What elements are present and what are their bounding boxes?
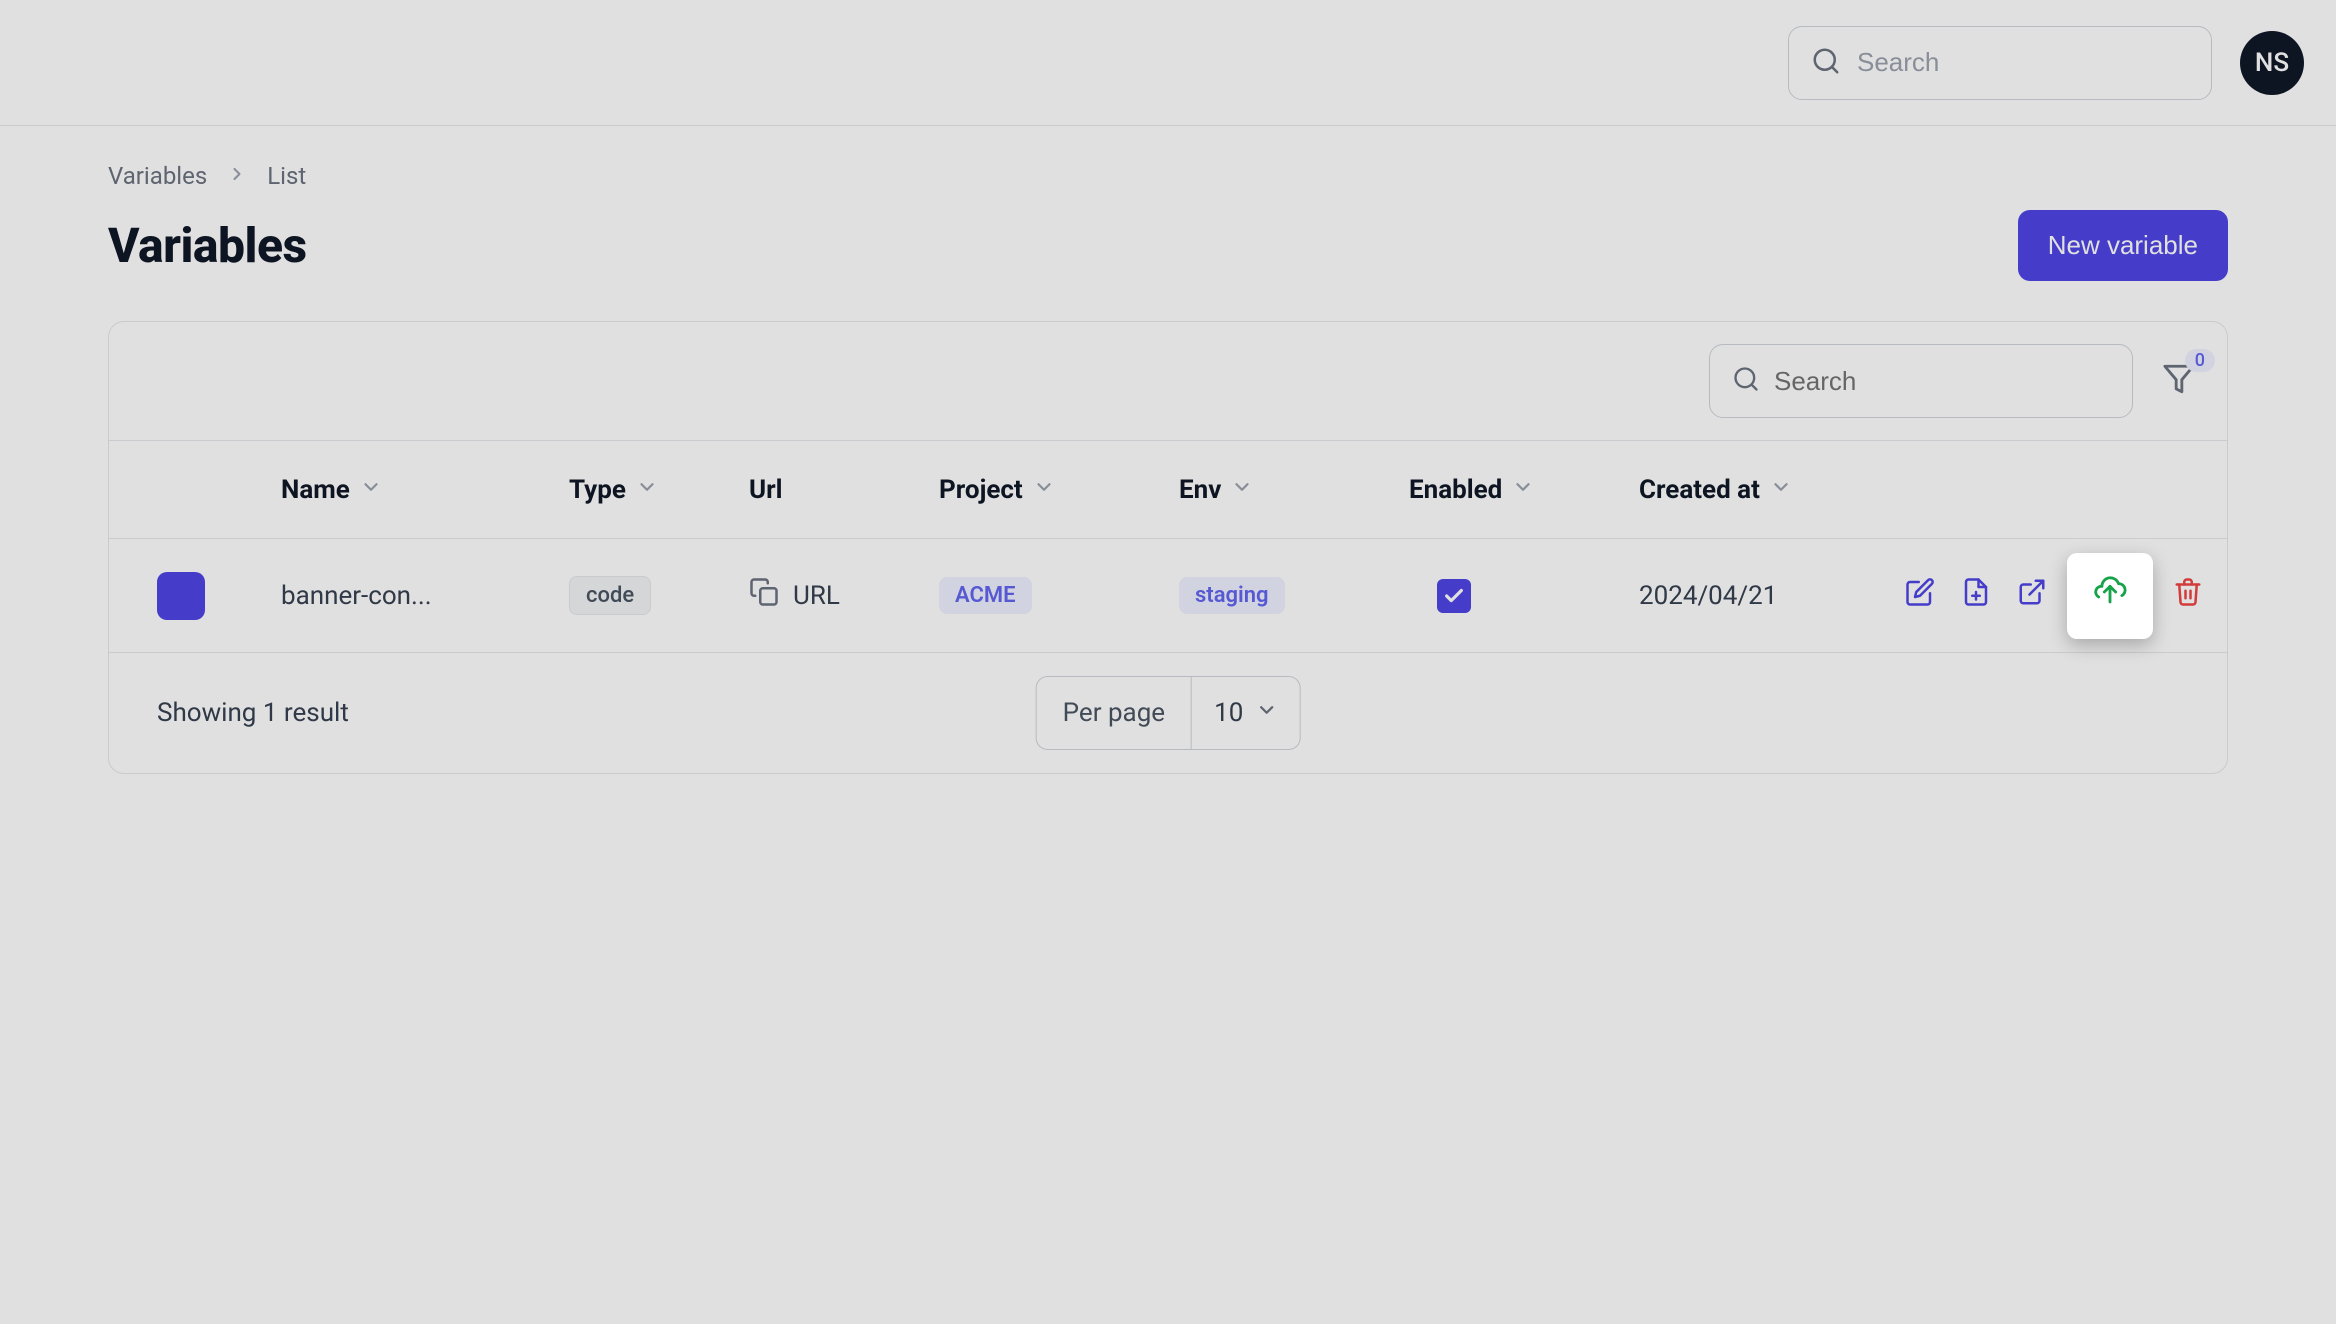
column-created-at[interactable]: Created at (1639, 475, 1899, 505)
breadcrumb-current: List (267, 162, 306, 190)
cell-url[interactable]: URL (749, 577, 939, 614)
global-search-input[interactable] (1857, 47, 2192, 78)
type-badge: code (569, 576, 651, 615)
table-search[interactable] (1709, 344, 2133, 418)
chevron-down-icon (1033, 475, 1055, 505)
table-card: 0 Name Type Url Project Env (108, 321, 2228, 774)
duplicate-button[interactable] (1955, 575, 1997, 617)
enabled-checkbox (1437, 579, 1471, 613)
column-label: Name (281, 475, 350, 505)
page-title: Variables (108, 217, 307, 274)
filter-button[interactable]: 0 (2157, 359, 2201, 403)
per-page-value: 10 (1214, 698, 1243, 728)
column-label: Url (749, 475, 783, 505)
table-search-input[interactable] (1774, 366, 2110, 397)
breadcrumb-root[interactable]: Variables (108, 162, 207, 190)
chevron-down-icon (1512, 475, 1534, 505)
copy-icon[interactable] (749, 577, 779, 614)
chevron-down-icon (1255, 698, 1277, 728)
url-label: URL (793, 581, 840, 611)
per-page-select[interactable]: 10 (1192, 677, 1299, 749)
avatar-initials: NS (2255, 48, 2289, 78)
column-url[interactable]: Url (749, 475, 939, 505)
table-toolbar: 0 (109, 322, 2227, 441)
chevron-down-icon (636, 475, 658, 505)
cell-created-at: 2024/04/21 (1639, 581, 1899, 611)
column-project[interactable]: Project (939, 475, 1179, 505)
column-label: Created at (1639, 475, 1760, 505)
search-icon (1732, 365, 1760, 397)
table-footer: Showing 1 result Per page 10 (109, 653, 2227, 773)
topbar: NS (0, 0, 2336, 126)
search-icon (1811, 46, 1841, 80)
column-env[interactable]: Env (1179, 475, 1409, 505)
column-label: Enabled (1409, 475, 1502, 505)
cell-name: banner-con... (269, 539, 569, 653)
filter-count-badge: 0 (2185, 349, 2215, 372)
chevron-down-icon (1231, 475, 1253, 505)
row-select-checkbox[interactable] (157, 572, 205, 620)
page: Variables List Variables New variable 0 (0, 126, 2336, 774)
chevron-down-icon (1770, 475, 1792, 505)
column-name[interactable]: Name (269, 475, 569, 505)
chevron-down-icon (360, 475, 382, 505)
column-label: Project (939, 475, 1023, 505)
column-enabled[interactable]: Enabled (1409, 475, 1639, 505)
external-link-icon (2017, 577, 2047, 614)
cloud-upload-icon (2093, 575, 2127, 616)
open-external-button[interactable] (2011, 575, 2053, 617)
project-badge: ACME (939, 577, 1032, 614)
file-plus-icon (1961, 577, 1991, 614)
deploy-button[interactable] (2067, 553, 2153, 639)
chevron-right-icon (227, 162, 247, 190)
global-search[interactable] (1788, 26, 2212, 100)
per-page-label: Per page (1037, 677, 1192, 749)
column-label: Env (1179, 475, 1221, 505)
trash-icon (2173, 577, 2203, 614)
avatar[interactable]: NS (2240, 31, 2304, 95)
per-page-control: Per page 10 (1036, 676, 1301, 750)
pencil-square-icon (1905, 577, 1935, 614)
column-type[interactable]: Type (569, 475, 749, 505)
table-row[interactable]: banner-con... code URL ACME staging (109, 539, 2227, 653)
env-badge: staging (1179, 577, 1285, 614)
new-variable-button[interactable]: New variable (2018, 210, 2228, 281)
result-summary: Showing 1 result (157, 698, 349, 728)
edit-button[interactable] (1899, 575, 1941, 617)
table-header: Name Type Url Project Env Enabled (109, 441, 2227, 539)
column-label: Type (569, 475, 626, 505)
breadcrumb: Variables List (108, 162, 2228, 190)
page-header: Variables New variable (108, 210, 2228, 281)
delete-button[interactable] (2167, 575, 2209, 617)
